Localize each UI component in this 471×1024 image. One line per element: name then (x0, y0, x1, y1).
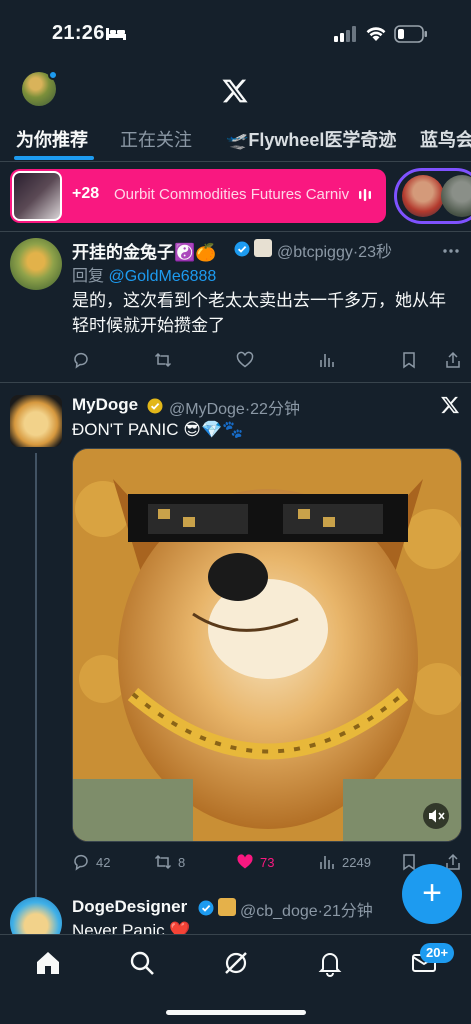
tweet-actions (72, 350, 462, 374)
heart-icon (236, 351, 254, 368)
like-count: 73 (260, 854, 275, 870)
live-space-card[interactable]: +28 Ourbit Commodities Futures Carniv (10, 169, 386, 223)
views-button[interactable]: 2249 (318, 852, 371, 872)
tweet[interactable]: 开挂的金兔子☯️🍊 @btcpiggy·23秒 回复 @GoldMe6888 是… (0, 232, 471, 382)
profile-avatar-button[interactable] (22, 70, 58, 106)
view-count: 2249 (342, 854, 371, 870)
active-tab-indicator (14, 156, 94, 160)
verified-badge-icon (234, 241, 250, 257)
messages-badge: 20+ (420, 943, 455, 963)
like-button[interactable]: 73 (236, 852, 274, 872)
battery-icon (394, 25, 427, 43)
status-time: 21:26 (52, 22, 105, 44)
wifi-icon (366, 27, 386, 41)
tab-list-flywheel[interactable]: 🛫Flywheel医学奇迹 (226, 126, 396, 152)
unread-dot (48, 70, 58, 80)
tweet[interactable]: DogeDesigner @cb_doge·21分钟 Never Panic ❤… (0, 883, 471, 935)
home-icon[interactable] (34, 949, 62, 977)
tweet-handle[interactable]: @btcpiggy·23秒 (277, 238, 392, 262)
mute-icon[interactable] (423, 803, 449, 829)
timeline-tabs: 为你推荐 正在关注 🛫Flywheel医学奇迹 蓝鸟会 (0, 118, 471, 162)
share-icon (446, 351, 460, 368)
cellular-signal-icon (334, 26, 356, 42)
plus-icon: + (422, 874, 442, 912)
tweet-author-name[interactable]: 开挂的金兔子☯️🍊 (72, 238, 216, 263)
analytics-icon (320, 354, 334, 367)
bookmark-icon (403, 352, 415, 369)
x-logo-icon[interactable] (221, 77, 249, 105)
tweet-text: ÐON'T PANIC 😎💎🐾 (72, 420, 244, 439)
search-icon[interactable] (128, 949, 156, 977)
spaces-bar: +28 Ourbit Commodities Futures Carniv (0, 162, 471, 232)
reply-count: 42 (96, 854, 111, 870)
notifications-icon[interactable] (316, 949, 344, 977)
doge-image-illustration (73, 449, 461, 841)
reply-button[interactable]: 42 (72, 852, 110, 872)
heart-filled-icon (237, 854, 253, 869)
space-title: Ourbit Commodities Futures Carniv (114, 186, 350, 203)
space-listener-count: +28 (72, 185, 100, 202)
bookmark-button[interactable] (400, 350, 424, 370)
share-button[interactable] (444, 350, 468, 370)
more-options-icon[interactable] (442, 242, 460, 260)
x-logo-icon (441, 396, 460, 414)
repost-button[interactable] (154, 350, 178, 370)
affiliate-badge-icon (254, 239, 272, 257)
repost-icon (154, 352, 172, 368)
repost-button[interactable]: 8 (154, 852, 185, 872)
like-button[interactable] (236, 350, 260, 370)
tab-list-bluebird[interactable]: 蓝鸟会 (420, 126, 471, 152)
home-indicator[interactable] (166, 1010, 306, 1015)
tweet-image[interactable] (72, 448, 462, 842)
status-bar: 21:26 (0, 0, 471, 62)
gold-verified-badge-icon (147, 398, 163, 414)
tweet-author-name[interactable]: DogeDesigner (72, 897, 187, 917)
audio-bars-icon (359, 189, 371, 201)
repost-count: 8 (178, 854, 186, 870)
thread-line (35, 453, 37, 901)
grok-icon[interactable] (222, 949, 250, 977)
analytics-icon (320, 856, 334, 869)
tweet-author-avatar[interactable] (10, 238, 62, 290)
affiliate-badge-icon (218, 898, 236, 916)
tweet-author-name[interactable]: MyDoge (72, 395, 138, 415)
sleep-focus-icon (106, 28, 126, 40)
repost-icon (154, 854, 172, 870)
tab-following[interactable]: 正在关注 (120, 126, 192, 152)
space-avatar (402, 175, 444, 217)
reply-icon (74, 854, 88, 871)
space-host-avatar (12, 171, 62, 221)
live-space-avatars[interactable] (394, 168, 471, 224)
space-avatar (441, 175, 471, 217)
verified-badge-icon (198, 900, 214, 916)
tweet-text: 是的，这次看到个老太太卖出去一千多万，她从年轻时候就开始攒金了 (72, 291, 446, 335)
tweet-author-avatar[interactable] (10, 897, 62, 935)
reply-icon (74, 352, 88, 369)
reply-button[interactable] (72, 350, 96, 370)
reply-to-handle-link[interactable]: @GoldMe6888 (108, 268, 216, 285)
compose-tweet-button[interactable]: + (402, 864, 462, 924)
tweet-author-avatar[interactable] (10, 395, 62, 447)
reply-context: 回复 @GoldMe6888 (72, 268, 217, 285)
tweet-handle[interactable]: @MyDoge·22分钟 (169, 395, 300, 419)
views-button[interactable] (318, 350, 342, 370)
tab-for-you[interactable]: 为你推荐 (16, 126, 88, 152)
